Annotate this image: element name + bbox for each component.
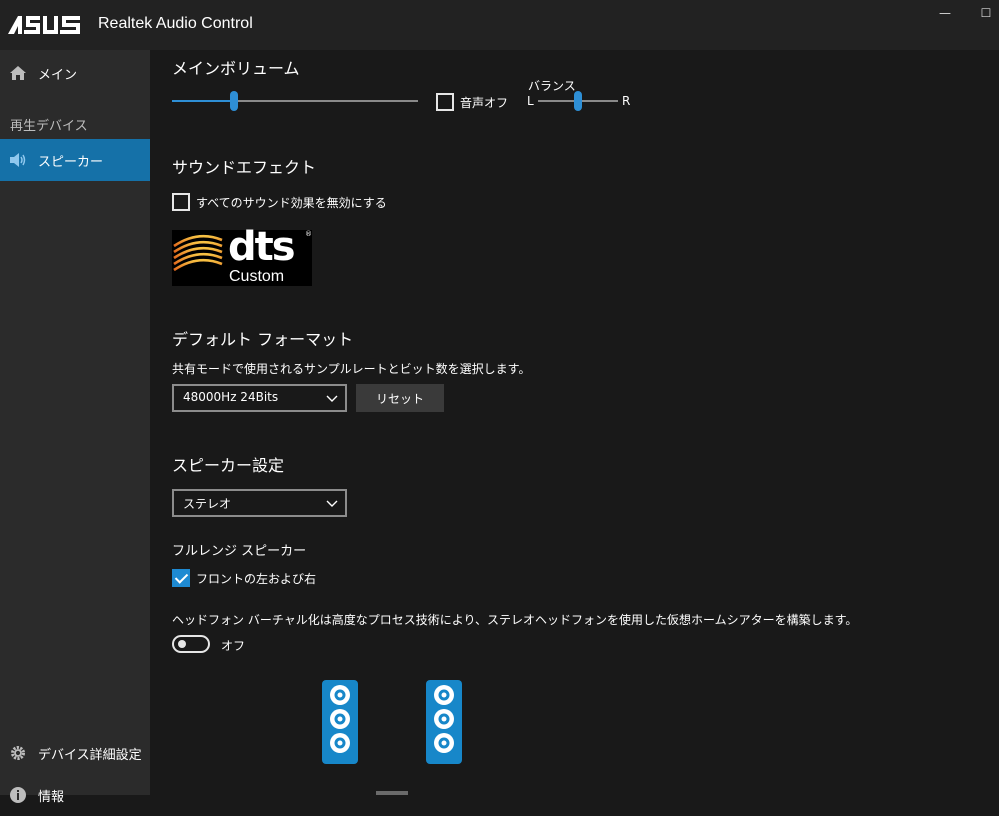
- minimize-button[interactable]: —: [925, 0, 965, 26]
- dts-sub-text: Custom: [229, 268, 285, 285]
- main-volume-slider[interactable]: [172, 90, 418, 111]
- headphone-virtualization-description: ヘッドフォン バーチャル化は高度なプロセス技術により、ステレオヘッドフォンを使用…: [172, 613, 858, 627]
- toggle-state-label: オフ: [221, 639, 246, 653]
- slider-thumb[interactable]: [230, 91, 238, 111]
- front-lr-checkbox[interactable]: [172, 569, 190, 587]
- maximize-button[interactable]: ☐: [966, 0, 999, 26]
- dropdown-value: 48000Hz 24Bits: [183, 390, 279, 404]
- reset-button[interactable]: リセット: [356, 384, 444, 412]
- balance-slider[interactable]: [538, 90, 618, 111]
- sidebar-item-device-settings[interactable]: デバイス詳細設定: [0, 732, 150, 774]
- front-right-speaker-icon[interactable]: [426, 680, 462, 764]
- speaker-icon: [10, 153, 26, 167]
- info-icon: [10, 787, 26, 803]
- sidebar-item-label: メイン: [38, 67, 78, 83]
- chevron-down-icon: [326, 500, 338, 507]
- balance-right-label: R: [622, 94, 631, 108]
- disable-all-effects-label: すべてのサウンド効果を無効にする: [196, 196, 387, 210]
- sidebar-item-label: 情報: [38, 789, 65, 805]
- home-icon: [10, 66, 26, 80]
- sidebar-item-label: スピーカー: [38, 154, 104, 170]
- sidebar: メイン 再生デバイス スピーカー デバイス詳細設定 情報: [0, 50, 150, 805]
- fullrange-speaker-title: フルレンジ スピーカー: [172, 544, 307, 559]
- playback-devices-label: 再生デバイス: [10, 119, 88, 134]
- gear-icon: [11, 746, 25, 760]
- speaker-settings-title: スピーカー設定: [172, 456, 285, 475]
- speaker-config-dropdown[interactable]: ステレオ: [172, 489, 347, 517]
- chevron-down-icon: [326, 395, 338, 402]
- mute-checkbox[interactable]: [436, 93, 454, 111]
- balance-left-label: L: [527, 94, 534, 108]
- dts-brand-text: dts: [228, 224, 296, 270]
- sample-rate-dropdown[interactable]: 48000Hz 24Bits: [172, 384, 347, 412]
- sidebar-item-label: デバイス詳細設定: [38, 747, 142, 763]
- sidebar-item-info[interactable]: 情報: [0, 774, 150, 816]
- front-left-speaker-icon[interactable]: [322, 680, 358, 764]
- sidebar-item-speaker[interactable]: スピーカー: [0, 139, 150, 181]
- mute-label: 音声オフ: [460, 96, 509, 110]
- main-volume-title: メインボリューム: [172, 59, 300, 78]
- main-content: メインボリューム 音声オフ バランス L R サウンドエフェクト すべてのサウン…: [150, 50, 999, 795]
- default-format-title: デフォルト フォーマット: [172, 330, 354, 349]
- app-title: Realtek Audio Control: [98, 15, 253, 32]
- slider-thumb[interactable]: [574, 91, 582, 111]
- disable-all-effects-checkbox[interactable]: [172, 193, 190, 211]
- headphone-virtualization-toggle[interactable]: [172, 635, 210, 653]
- asus-logo: [8, 16, 80, 34]
- dts-custom-logo[interactable]: dts Custom ®: [172, 224, 312, 286]
- front-lr-label: フロントの左および右: [196, 572, 317, 586]
- registered-mark-icon: ®: [305, 230, 312, 238]
- sidebar-item-main[interactable]: メイン: [0, 52, 150, 94]
- default-format-description: 共有モードで使用されるサンプルレートとビット数を選択します。: [172, 362, 531, 376]
- dropdown-value: ステレオ: [183, 497, 232, 511]
- slider-fill: [172, 100, 234, 102]
- title-bar: Realtek Audio Control — ☐: [0, 0, 999, 50]
- sound-effect-title: サウンドエフェクト: [172, 158, 317, 177]
- listener-icon: [376, 791, 408, 795]
